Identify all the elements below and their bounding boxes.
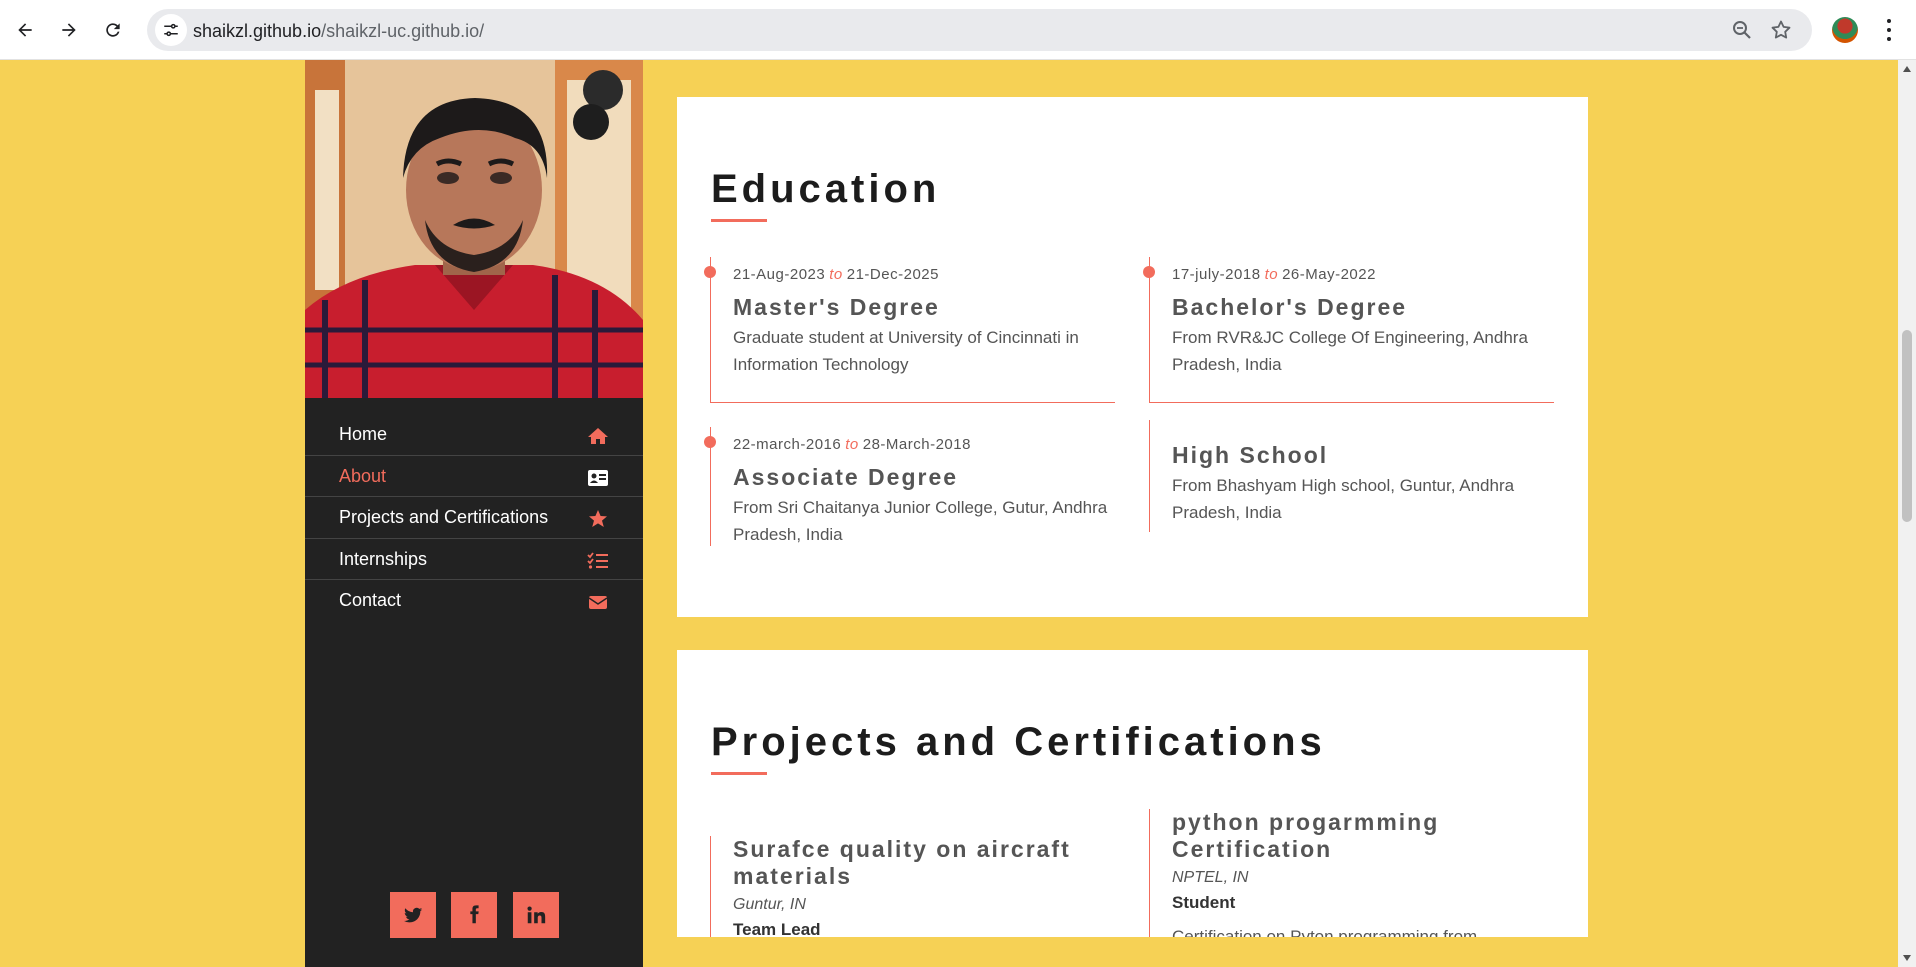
date-separator: to: [1264, 266, 1279, 283]
twitter-link[interactable]: [390, 892, 436, 938]
profile-photo: [305, 60, 643, 398]
list-check-icon: [587, 551, 608, 569]
sidebar-item-label: Contact: [339, 590, 402, 610]
id-card-icon: [588, 469, 608, 486]
education-item: High School From Bhashyam High school, G…: [1149, 420, 1554, 532]
sidebar-item-internships[interactable]: Internships: [305, 539, 643, 580]
end-date: 21-Dec-2025: [846, 266, 939, 283]
home-icon: [588, 428, 608, 444]
sidebar-item-label: Internships: [339, 548, 428, 569]
degree-description: From Sri Chaitanya Junior College, Gutur…: [733, 498, 1108, 544]
scroll-down-icon[interactable]: [1903, 955, 1911, 961]
arrow-left-icon: [18, 23, 32, 37]
facebook-link[interactable]: [451, 892, 497, 938]
sidebar-item-label: About: [339, 465, 387, 486]
start-date: 17-july-2018: [1172, 266, 1261, 283]
zoom-icon[interactable]: [1730, 18, 1754, 42]
timeline-dot: [1143, 266, 1155, 278]
project-title: python progarmming Certification: [1172, 809, 1440, 862]
degree-description: Graduate student at University of Cincin…: [733, 328, 1079, 374]
education-item: 21-Aug-2023 to 21-Dec-2025 Master's Degree…: [704, 257, 1115, 403]
project-location: NPTEL, IN: [1172, 869, 1249, 886]
education-dates: 21-Aug-2023 to 21-Dec-2025: [733, 266, 939, 283]
timeline-line: [1149, 257, 1150, 403]
reload-icon: [106, 23, 120, 37]
sidebar-item-contact[interactable]: Contact: [305, 580, 643, 622]
project-item: Surafce quality on aircraft materials Gu…: [710, 836, 1115, 937]
education-item: 17-july-2018 to 26-May-2022 Bachelor's Deg…: [1143, 257, 1554, 403]
forward-button[interactable]: [53, 14, 85, 46]
sidebar-item-projects[interactable]: Projects and Certifications: [305, 497, 643, 539]
title-underline: [711, 219, 767, 222]
project-location: Guntur, IN: [733, 896, 806, 913]
degree-title: Bachelor's Degree: [1172, 294, 1408, 320]
sidebar: Home About Projects and Certifications I…: [305, 60, 643, 967]
education-dates: 17-july-2018 to 26-May-2022: [1172, 266, 1376, 283]
profile-avatar[interactable]: [1832, 17, 1858, 43]
sidebar-item-about[interactable]: About: [305, 456, 643, 497]
envelope-icon: [588, 596, 608, 609]
section-title: Education: [711, 167, 941, 211]
degree-description: From Bhashyam High school, Guntur, Andhr…: [1172, 476, 1515, 522]
arrow-right-icon: [62, 23, 76, 37]
reload-button[interactable]: [97, 14, 129, 46]
project-description: Certification on Pyton programming from: [1172, 927, 1478, 937]
project-role: Student: [1172, 893, 1236, 912]
timeline-line: [1149, 809, 1150, 937]
timeline-dot: [704, 266, 716, 278]
timeline-line: [710, 257, 711, 403]
start-date: 21-Aug-2023: [733, 266, 826, 283]
date-separator: to: [845, 436, 859, 453]
date-separator: to: [829, 266, 843, 283]
scroll-up-icon[interactable]: [1903, 66, 1911, 72]
sidebar-nav: Home About Projects and Certifications I…: [305, 414, 643, 622]
start-date: 22-march-2016: [733, 436, 842, 453]
address-bar[interactable]: shaikzl.github.io/shaikzl-uc.github.io/: [147, 9, 1812, 51]
url-text[interactable]: shaikzl.github.io/shaikzl-uc.github.io/: [193, 21, 484, 42]
sidebar-item-label: Home: [339, 424, 388, 444]
projects-section: Projects and Certifications Surafce qual…: [677, 650, 1588, 937]
linkedin-link[interactable]: [513, 892, 559, 938]
divider: [1149, 402, 1554, 403]
end-date: 28-March-2018: [862, 436, 971, 453]
star-icon: [589, 510, 607, 527]
divider: [710, 402, 1115, 403]
twitter-icon: [403, 907, 423, 923]
browser-menu-icon[interactable]: [1877, 16, 1901, 44]
section-title: Projects and Certifications: [711, 720, 1326, 764]
project-item: python progarmming Certification NPTEL, …: [1149, 809, 1554, 937]
back-button[interactable]: [9, 14, 41, 46]
url-path: /shaikzl-uc.github.io/: [321, 21, 485, 41]
timeline-line: [710, 836, 711, 937]
profile-photo-illustration: [305, 60, 643, 398]
facebook-icon: [470, 905, 479, 924]
timeline-line: [1149, 420, 1150, 532]
degree-title: High School: [1172, 442, 1329, 468]
degree-title: Associate Degree: [733, 464, 959, 490]
site-info-button[interactable]: [155, 14, 187, 46]
scroll-thumb[interactable]: [1902, 330, 1912, 522]
browser-toolbar: shaikzl.github.io/shaikzl-uc.github.io/: [0, 0, 1916, 60]
project-role: Team Lead: [733, 920, 821, 937]
education-section: Education 21-Aug-2023 to 21-Dec-2025 Maste…: [677, 97, 1588, 617]
project-title: Surafce quality on aircraft materials: [733, 836, 1071, 889]
page-scrollbar[interactable]: [1898, 60, 1916, 967]
education-item: 22-march-2016 to 28-March-2018 Associate D…: [704, 427, 1115, 546]
title-underline: [711, 772, 767, 775]
degree-description: From RVR&JC College Of Engineering, Andh…: [1172, 328, 1528, 374]
education-dates: 22-march-2016 to 28-March-2018: [733, 436, 971, 453]
sidebar-item-home[interactable]: Home: [305, 414, 643, 456]
end-date: 26-May-2022: [1282, 266, 1376, 283]
url-host: shaikzl.github.io: [193, 21, 322, 41]
bookmark-star-icon[interactable]: [1769, 18, 1793, 42]
timeline-dot: [704, 436, 716, 448]
degree-title: Master's Degree: [733, 294, 940, 320]
sidebar-item-label: Projects and Certifications: [339, 507, 549, 527]
linkedin-icon: [527, 906, 546, 924]
tune-icon: [164, 23, 178, 37]
